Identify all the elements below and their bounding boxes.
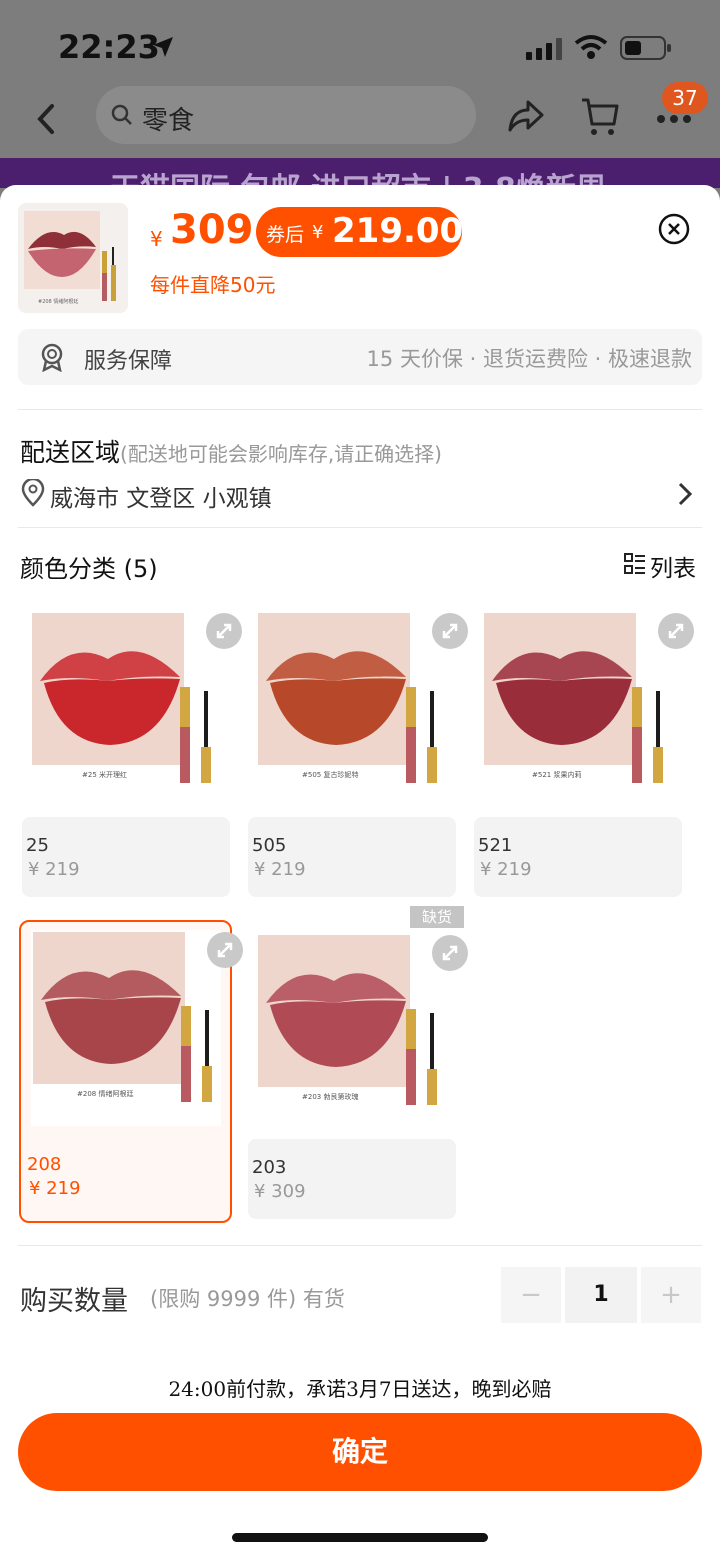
delivery-promise: 24:00前付款，承诺3月7日送达，晚到必赔 (168, 1377, 552, 1401)
quantity-stepper: − 1 + (501, 1267, 701, 1323)
shipping-title: 配送区域(配送地可能会影响库存,请正确选择) (20, 433, 442, 469)
swatch-image: #208 情绪阿根廷 (31, 930, 221, 1126)
swatch-image: #203 勃艮第玫瑰 (256, 933, 446, 1129)
more-icon[interactable] (656, 114, 692, 124)
top-nav: 零食 37 (0, 82, 720, 154)
search-input[interactable]: 零食 (96, 86, 476, 144)
status-bar: 22:23 (0, 0, 720, 90)
product-price: 309 (170, 207, 254, 253)
swatch-name: 25 (26, 835, 49, 856)
color-option-203[interactable]: #203 勃艮第玫瑰 203 ¥ 309 (246, 925, 468, 1227)
swatch-caption: #25 米开理红 (82, 770, 127, 779)
coupon-label: 券后 (266, 224, 305, 246)
zoom-icon[interactable] (432, 935, 468, 971)
zoom-icon[interactable] (658, 613, 694, 649)
swatch-info: 25 ¥ 219 (22, 817, 230, 897)
quantity-value[interactable]: 1 (565, 1267, 637, 1323)
list-label: 列表 (650, 556, 696, 582)
swatch-info: 203 ¥ 309 (248, 1139, 456, 1219)
battery-icon (620, 36, 671, 60)
close-icon[interactable] (658, 213, 690, 245)
swatch-caption: #203 勃艮第玫瑰 (302, 1092, 358, 1101)
swatch-name: 505 (252, 835, 287, 856)
promo-banner[interactable]: 天猫国际 包邮 进口超市 | 3.8焕新周 (0, 158, 720, 188)
home-indicator[interactable] (232, 1533, 488, 1542)
swatch-name: 208 (27, 1154, 62, 1175)
swatch-image: #505 复古珍妮特 (256, 611, 446, 807)
swatch-info: 208 ¥ 219 (23, 1136, 231, 1216)
zoom-icon[interactable] (432, 613, 468, 649)
zoom-icon[interactable] (206, 613, 242, 649)
share-icon[interactable] (506, 98, 546, 134)
cart-icon[interactable] (580, 96, 620, 138)
wifi-icon (574, 35, 608, 59)
swatch-image: #521 浆果内莉 (482, 611, 672, 807)
swatch-price: ¥ 219 (254, 859, 306, 880)
quantity-note: (限购 9999 件) 有货 (150, 1287, 345, 1311)
decrement-button[interactable]: − (501, 1267, 561, 1323)
swatch-caption: #505 复古珍妮特 (302, 770, 358, 779)
swatch-price: ¥ 219 (29, 1178, 81, 1199)
discount-note: 每件直降50元 (150, 273, 276, 297)
out-of-stock-badge: 缺货 (410, 906, 464, 928)
divider (18, 1245, 702, 1246)
shipping-note: (配送地可能会影响库存,请正确选择) (120, 442, 442, 466)
sku-sheet: #208 情绪阿根廷 ¥ 309 券后 ¥ 219.00 每件直降50元 服务保… (0, 185, 720, 1559)
service-title: 服务保障 (84, 349, 173, 374)
color-option-208[interactable]: #208 情绪阿根廷 208 ¥ 219 (19, 920, 243, 1223)
shipping-title-text: 配送区域 (20, 438, 121, 467)
location-pin-icon (21, 479, 45, 507)
status-time: 22:23 (58, 28, 160, 66)
quantity-title: 购买数量 (20, 1286, 128, 1317)
coupon-currency: ¥ (312, 222, 324, 243)
confirm-button[interactable]: 确定 (18, 1413, 702, 1491)
color-option-521[interactable]: #521 浆果内莉 521 ¥ 219 (472, 603, 694, 905)
swatch-info: 505 ¥ 219 (248, 817, 456, 897)
swatch-info: 521 ¥ 219 (474, 817, 682, 897)
search-icon (111, 104, 132, 125)
divider (18, 527, 702, 528)
search-text: 零食 (142, 106, 195, 136)
swatch-name: 203 (252, 1157, 287, 1178)
service-detail: 15 天价保 · 退货运费险 · 极速退款 (366, 347, 692, 371)
coupon-price-pill: 券后 ¥ 219.00 (256, 207, 464, 257)
signal-icon (526, 38, 562, 60)
product-thumbnail: #208 情绪阿根廷 (18, 203, 128, 313)
increment-button[interactable]: + (641, 1267, 701, 1323)
swatch-price: ¥ 219 (480, 859, 532, 880)
location-arrow-icon (153, 37, 173, 57)
price-currency: ¥ (150, 227, 163, 251)
swatch-image: #25 米开理红 (30, 611, 220, 807)
thumbnail-caption: #208 情绪阿根廷 (38, 298, 78, 305)
swatch-price: ¥ 309 (254, 1181, 306, 1202)
list-icon (624, 553, 645, 574)
swatch-price: ¥ 219 (28, 859, 80, 880)
color-option-25[interactable]: #25 米开理红 25 ¥ 219 (20, 603, 242, 905)
shipping-address[interactable]: 威海市 文登区 小观镇 (50, 479, 272, 513)
swatch-caption: #521 浆果内莉 (532, 770, 581, 779)
color-option-505[interactable]: #505 复古珍妮特 505 ¥ 219 (246, 603, 468, 905)
award-badge-icon (41, 343, 63, 372)
coupon-price: 219.00 (332, 211, 464, 251)
chevron-right-icon[interactable] (676, 481, 694, 507)
zoom-icon[interactable] (207, 932, 243, 968)
divider (18, 409, 702, 410)
swatch-caption: #208 情绪阿根廷 (77, 1089, 133, 1098)
thumbnail-image: #208 情绪阿根廷 (24, 211, 116, 305)
service-guarantee-row[interactable]: 服务保障 15 天价保 · 退货运费险 · 极速退款 (18, 329, 702, 385)
back-arrow-icon[interactable] (32, 102, 62, 136)
cart-badge: 37 (662, 82, 708, 114)
swatch-name: 521 (478, 835, 513, 856)
color-section-title: 颜色分类 (5) (20, 555, 158, 583)
